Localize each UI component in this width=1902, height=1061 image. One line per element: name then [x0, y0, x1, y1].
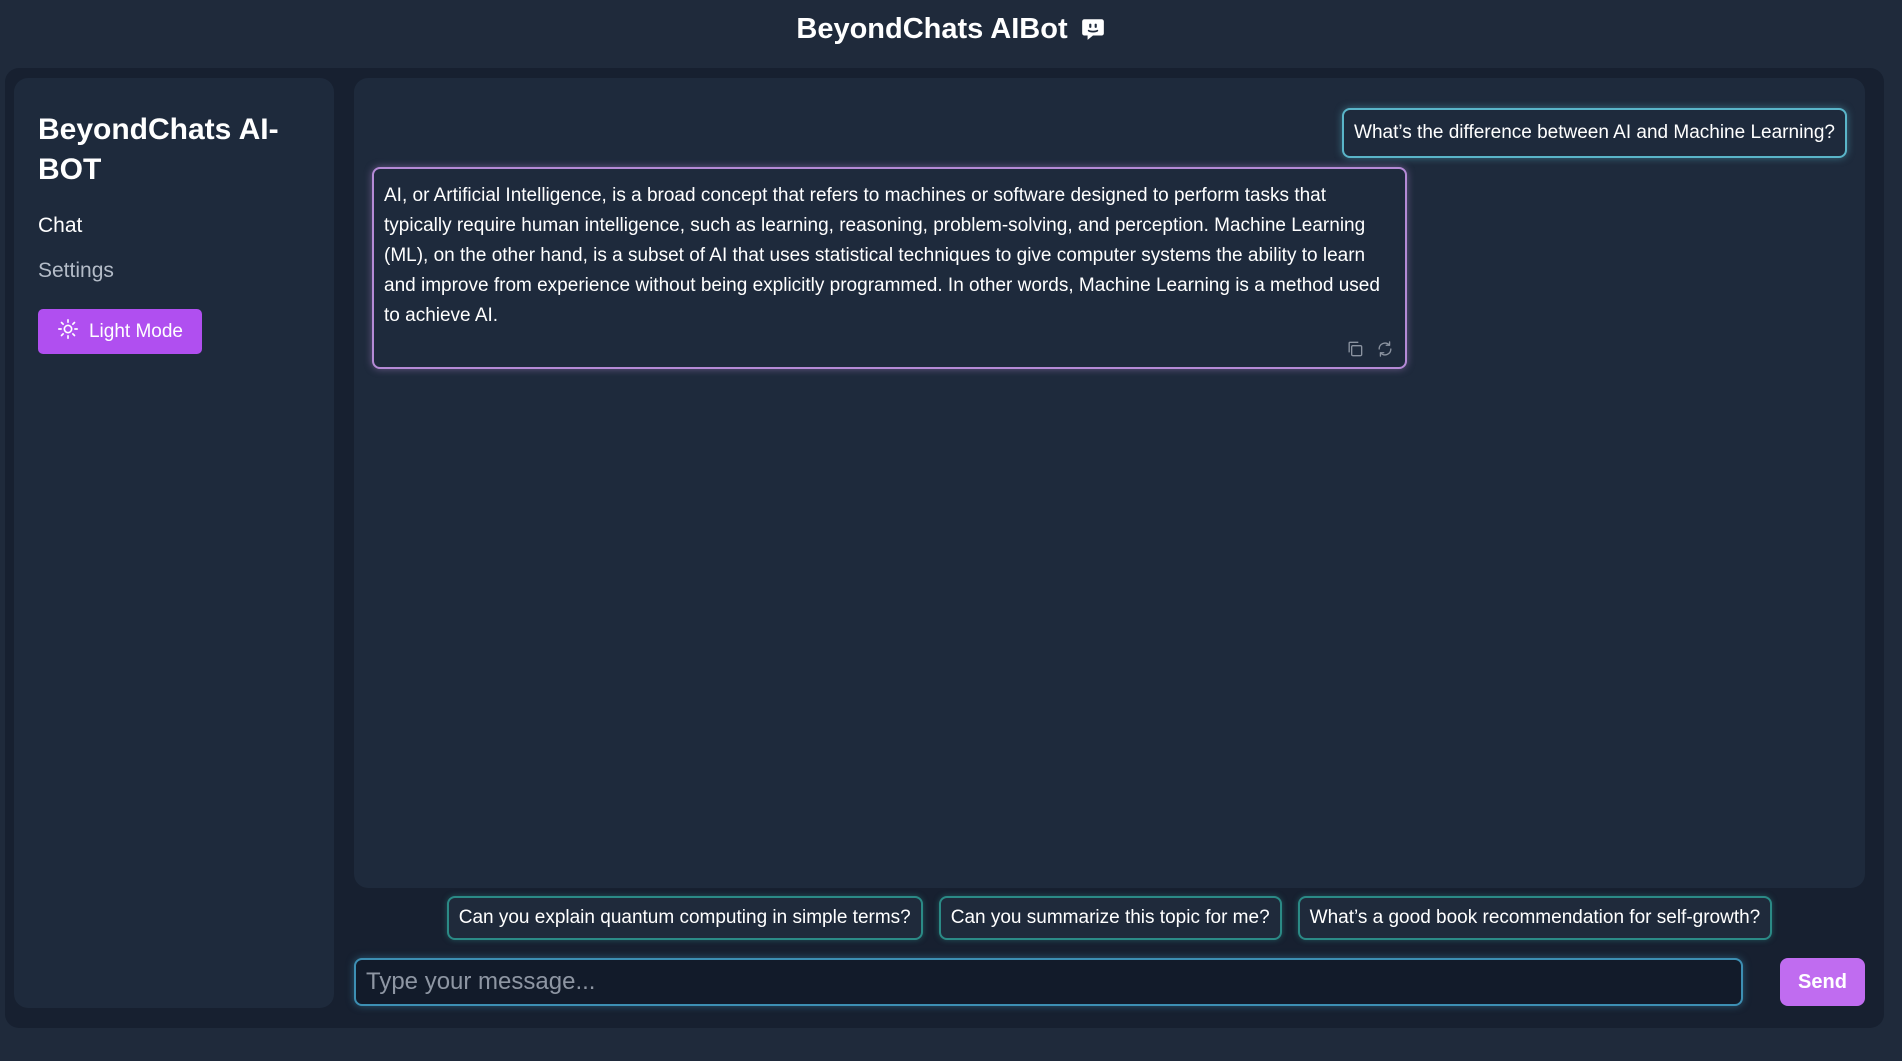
bot-message-actions — [1345, 339, 1395, 359]
suggestion-chip[interactable]: Can you summarize this topic for me? — [938, 896, 1282, 940]
refresh-icon[interactable] — [1375, 339, 1395, 359]
user-message: What’s the difference between AI and Mac… — [1342, 108, 1847, 158]
sidebar: BeyondChats AI-BOT Chat Settings Light M… — [14, 78, 334, 1008]
sun-icon — [57, 318, 79, 346]
bot-message: AI, or Artificial Intelligence, is a bro… — [372, 167, 1407, 369]
suggestion-chip[interactable]: What’s a good book recommendation for se… — [1297, 896, 1773, 940]
app-header: BeyondChats AIBot — [0, 0, 1902, 58]
app-shell: BeyondChats AI-BOT Chat Settings Light M… — [5, 68, 1884, 1028]
bot-message-text: AI, or Artificial Intelligence, is a bro… — [384, 185, 1380, 326]
sidebar-brand: BeyondChats AI-BOT — [38, 113, 279, 186]
suggestion-chip[interactable]: Can you explain quantum computing in sim… — [446, 896, 923, 940]
send-button[interactable]: Send — [1780, 958, 1865, 1006]
suggestion-chips: Can you explain quantum computing in sim… — [354, 896, 1865, 944]
app-title: BeyondChats AIBot — [796, 12, 1068, 45]
light-mode-button[interactable]: Light Mode — [38, 309, 202, 354]
light-mode-label: Light Mode — [88, 320, 183, 342]
chat-panel: What’s the difference between AI and Mac… — [354, 78, 1865, 888]
message-input[interactable] — [354, 958, 1743, 1006]
nav-item-settings[interactable]: Settings — [38, 259, 114, 283]
composer: Send — [354, 958, 1865, 1010]
chat-bubble-icon — [1080, 16, 1106, 42]
nav-item-chat[interactable]: Chat — [38, 214, 82, 238]
copy-icon[interactable] — [1345, 339, 1365, 359]
